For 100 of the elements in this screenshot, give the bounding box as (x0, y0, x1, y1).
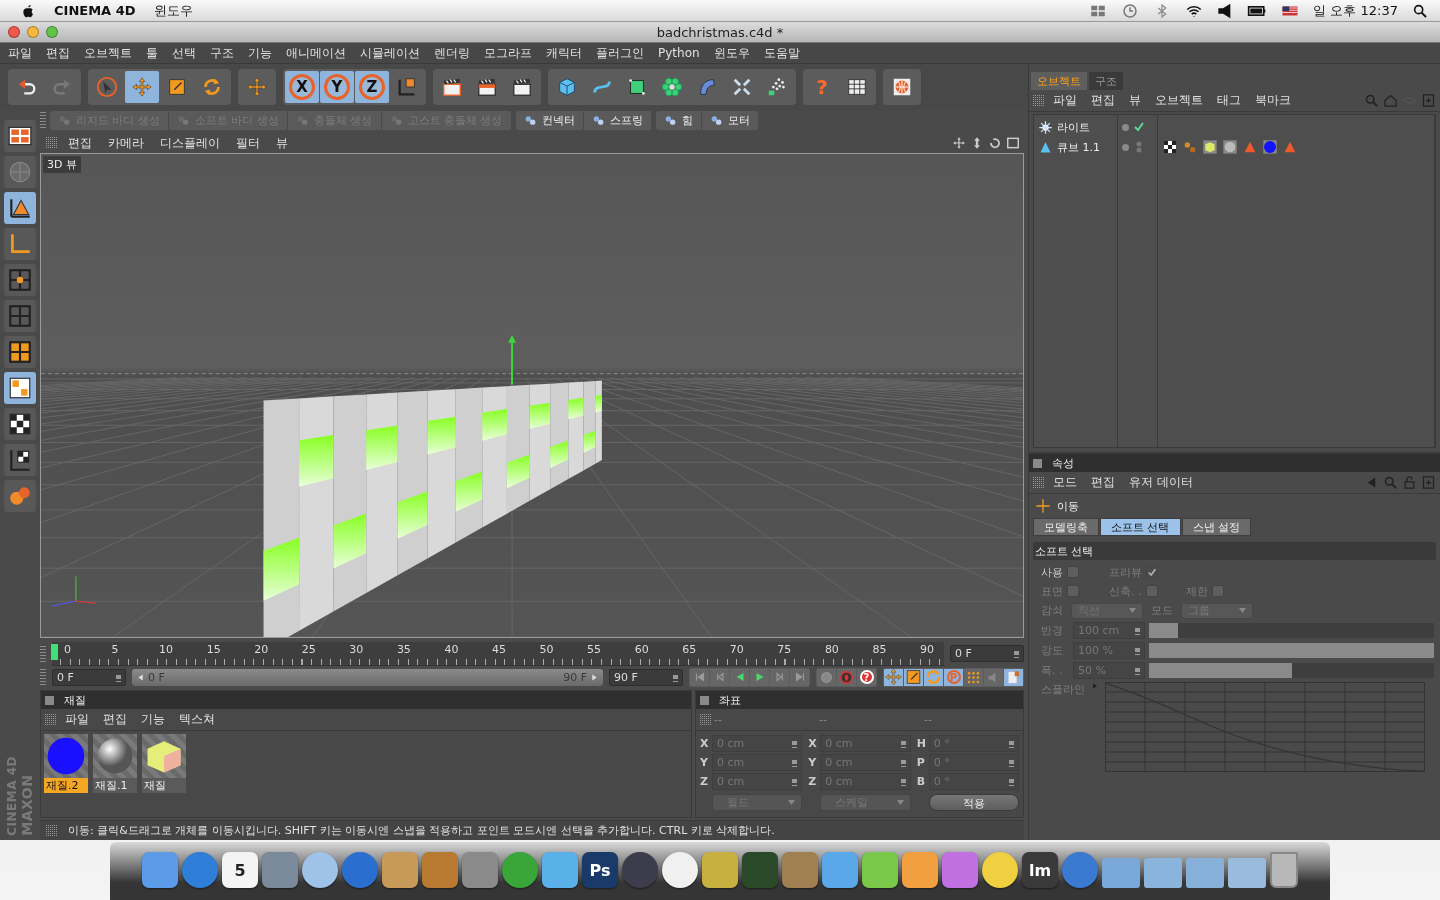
mode-tool-button[interactable] (4, 120, 36, 152)
menu-item[interactable]: 뷰 (270, 133, 294, 153)
slider-fill[interactable] (1149, 643, 1434, 658)
slider-fill[interactable] (1149, 623, 1178, 638)
menu-item[interactable]: 북마크 (1249, 90, 1297, 111)
attribute-tab[interactable]: 스냅 설정 (1181, 518, 1251, 536)
menu-item[interactable]: 캐릭터 (540, 43, 588, 63)
zoom-button[interactable] (46, 26, 58, 38)
key-button[interactable]: ? (857, 668, 876, 686)
menu-item[interactable]: 편집 (62, 133, 98, 153)
menu-item[interactable]: 편집 (1085, 472, 1121, 493)
apply-button[interactable]: 적용 (928, 794, 1019, 811)
dynamics-button[interactable]: 힘 (655, 110, 702, 130)
tree-item[interactable]: 큐브 1.1 (1057, 139, 1100, 155)
menu-item[interactable]: 파일 (2, 43, 38, 63)
menu-item[interactable]: 구조 (204, 43, 240, 63)
menu-item[interactable]: 태그 (1211, 90, 1247, 111)
menu-item[interactable]: 편집 (97, 709, 133, 730)
panel-square-icon[interactable] (1033, 458, 1042, 468)
key-button[interactable] (837, 668, 856, 686)
menu-item[interactable]: 디스플레이 (154, 133, 226, 153)
menu-item[interactable]: 애니메이션 (280, 43, 352, 63)
menu-item[interactable]: 카메라 (102, 133, 150, 153)
app-icon[interactable]: lm (1022, 852, 1058, 888)
visibility-dot[interactable] (1122, 123, 1129, 131)
mode-tool-button[interactable] (4, 444, 36, 476)
app-menu[interactable]: CINEMA 4D (54, 3, 136, 18)
key-mode-button[interactable] (904, 668, 923, 686)
material-swatch[interactable]: 재질.2 (44, 734, 88, 793)
key-mode-button[interactable] (924, 668, 943, 686)
transport-button[interactable] (790, 668, 809, 686)
timeline-ruler[interactable]: 0 5 10 15 20 25 30 35 40 45 50 55 60 65 70 75 80 85 90 (52, 641, 944, 666)
menu-item[interactable]: 필터 (230, 133, 266, 153)
app-icon[interactable] (622, 852, 658, 888)
menu-item[interactable]: 모그라프 (478, 43, 538, 63)
transport-button[interactable] (750, 668, 769, 686)
panel-tab[interactable]: 구조 (1089, 72, 1123, 90)
app-icon[interactable] (342, 852, 378, 888)
dynamics-button[interactable]: 모터 (701, 110, 759, 130)
menu-item[interactable]: 렌더링 (428, 43, 476, 63)
menu-item[interactable]: 선택 (166, 43, 202, 63)
menu-item[interactable]: 텍스쳐 (173, 709, 221, 730)
tool-button[interactable]: Y (320, 71, 354, 103)
viewport-canvas[interactable]: 3D 뷰 (40, 153, 1024, 638)
transport-button[interactable] (690, 668, 709, 686)
attribute-tab[interactable]: 모델링축 (1033, 518, 1099, 536)
material-swatch[interactable]: 재질.1 (93, 734, 137, 793)
menu-item[interactable]: 기능 (242, 43, 278, 63)
tool-button[interactable]: X (285, 71, 319, 103)
transport-button[interactable] (710, 668, 729, 686)
menu-item[interactable]: Python (652, 43, 706, 63)
key-mode-button[interactable] (884, 668, 903, 686)
mode-tool-button[interactable] (4, 192, 36, 224)
clock-text[interactable]: 일 오후 12:37 (1313, 1, 1398, 20)
close-button[interactable] (8, 26, 20, 38)
app-icon[interactable] (662, 852, 698, 888)
checkbox[interactable] (1067, 566, 1079, 578)
menu-item[interactable]: 도움말 (757, 43, 806, 63)
panel-square-icon[interactable] (700, 695, 709, 705)
app-icon[interactable]: 5 (222, 852, 258, 888)
material-swatch[interactable]: 재질 (142, 734, 186, 793)
menu-item[interactable]: 툴 (140, 43, 164, 63)
key-button[interactable] (817, 668, 836, 686)
transport-button[interactable] (730, 668, 749, 686)
dynamics-button[interactable]: 스프링 (583, 110, 652, 130)
app-icon[interactable]: Ps (582, 852, 618, 888)
menu-item[interactable]: 시뮬레이션 (354, 43, 426, 63)
end-frame-field[interactable]: 90 F (609, 668, 683, 686)
tool-button[interactable]: Z (355, 71, 389, 103)
menu-item[interactable]: 편집 (40, 43, 76, 63)
menu-item[interactable]: 윈도우 (153, 1, 193, 20)
mode-tool-button[interactable] (4, 336, 36, 368)
panel-square-icon[interactable] (45, 695, 54, 705)
app-icon[interactable] (1062, 852, 1098, 888)
menu-item[interactable]: 오브젝트 (78, 43, 138, 63)
app-icon[interactable] (982, 852, 1018, 888)
menu-item[interactable]: 기능 (135, 709, 171, 730)
frame-field[interactable]: 0 F (950, 645, 1024, 662)
menu-item[interactable]: 파일 (59, 709, 95, 730)
playhead[interactable] (51, 643, 58, 660)
app-icon[interactable] (182, 852, 218, 888)
mode-tool-button[interactable] (4, 264, 36, 296)
menu-item[interactable]: 뷰 (1123, 90, 1147, 111)
key-mode-button[interactable] (1004, 668, 1023, 686)
menu-item[interactable]: 파일 (1047, 90, 1083, 111)
app-icon[interactable] (502, 852, 538, 888)
trash-icon[interactable] (1270, 852, 1298, 888)
key-mode-button[interactable] (964, 668, 983, 686)
menu-item[interactable]: 유저 데이터 (1123, 472, 1199, 493)
menu-item[interactable]: 플러그인 (590, 43, 650, 63)
slider-fill[interactable] (1149, 663, 1292, 678)
menu-item[interactable]: 윈도우 (707, 43, 756, 63)
minimize-button[interactable] (27, 26, 39, 38)
transport-button[interactable] (770, 668, 789, 686)
menu-item[interactable]: 편집 (1085, 90, 1121, 111)
mode-tool-button[interactable] (4, 408, 36, 440)
app-icon[interactable] (302, 852, 338, 888)
tree-item[interactable]: 라이트 (1057, 119, 1090, 135)
dynamics-button[interactable]: 컨넥터 (515, 110, 584, 130)
start-frame-field[interactable]: 0 F (52, 668, 126, 686)
